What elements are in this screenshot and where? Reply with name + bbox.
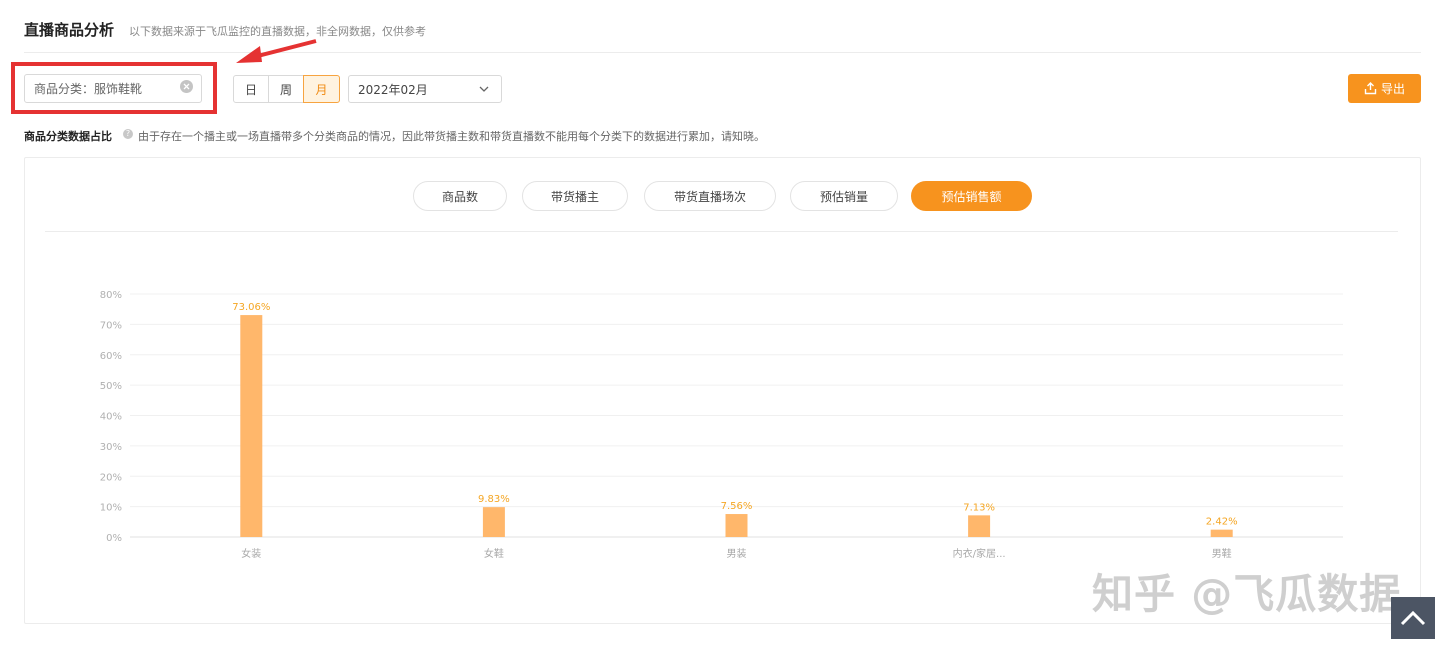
bar xyxy=(240,315,263,537)
y-tick-label: 0% xyxy=(106,533,122,544)
y-tick-label: 30% xyxy=(100,442,122,453)
y-tick-label: 20% xyxy=(100,472,122,483)
bar xyxy=(482,507,505,537)
x-tick-label: 男鞋 xyxy=(1212,547,1232,560)
bar-chart: 0% 10% 20% 30% 40% 50% 60% 70% 80% 73.06% 女装 9.83% 女… xyxy=(100,290,1343,560)
bar xyxy=(1210,529,1233,537)
data-label: 2.42% xyxy=(1206,517,1238,528)
x-tick-label: 男装 xyxy=(727,547,747,560)
x-tick-label: 女装 xyxy=(241,547,261,560)
data-label: 9.83% xyxy=(478,494,510,505)
bar xyxy=(968,515,991,537)
y-tick-label: 10% xyxy=(100,503,122,514)
y-tick-label: 70% xyxy=(100,320,122,331)
x-tick-label: 女鞋 xyxy=(484,547,504,560)
bar xyxy=(725,514,748,537)
x-tick-label: 内衣/家居... xyxy=(953,547,1006,560)
y-tick-label: 80% xyxy=(100,290,122,301)
back-to-top-button[interactable] xyxy=(1391,597,1435,639)
y-tick-label: 50% xyxy=(100,381,122,392)
y-tick-label: 40% xyxy=(100,412,122,423)
y-tick-label: 60% xyxy=(100,351,122,362)
chevron-up-icon xyxy=(1400,610,1426,626)
data-label: 7.56% xyxy=(721,501,753,512)
watermark: 知乎 @飞瓜数据 xyxy=(1092,570,1402,618)
data-label: 73.06% xyxy=(232,302,270,313)
data-label: 7.13% xyxy=(963,502,995,513)
